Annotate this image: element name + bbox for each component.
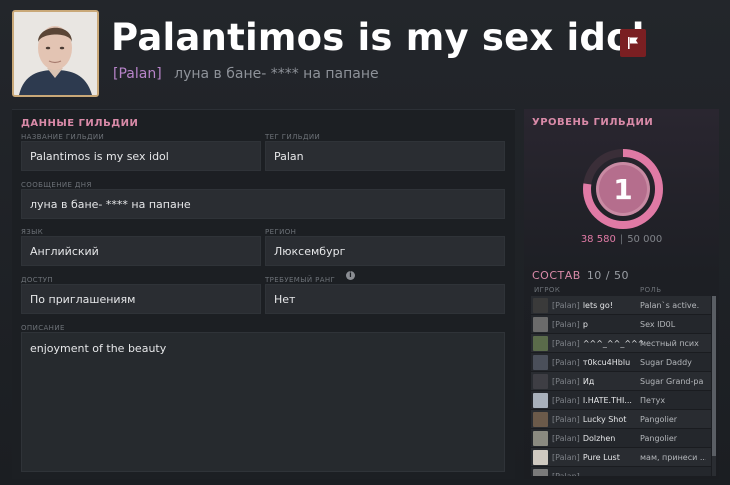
guild-motd: луна в бане- **** на папане (174, 66, 379, 82)
roster-title: СОСТАВ 10 / 50 (532, 269, 629, 282)
member-name: Ид (582, 376, 595, 386)
member-role: Sex ID0L (640, 319, 676, 329)
member-tag: [Palan] (552, 452, 580, 462)
member-tag: [Palan] (552, 319, 580, 329)
xp-current: 38 580 (580, 234, 616, 245)
member-name: Dolzhen (582, 433, 616, 443)
member-avatar (533, 468, 548, 476)
member-role: Pangolier (640, 433, 678, 443)
member-name: Lucky Shot (582, 414, 627, 424)
guild-level-panel: УРОВЕНЬ ГИЛЬДИИ 1 38 580 | 50 000 СОСТАВ 10… (524, 109, 719, 479)
guild-tag-field[interactable]: Palan (265, 141, 505, 171)
roster-list[interactable]: [Palan] lets go! Palan`s active. [Palan] p Se… (531, 296, 711, 476)
report-flag-button[interactable] (620, 29, 646, 57)
motd-label: СООБЩЕНИЕ ДНЯ (21, 181, 92, 189)
member-name: lets go! (582, 300, 613, 310)
roster-member-row[interactable]: [Palan] Lucky Shot Pangolier (531, 410, 711, 429)
member-tag: [Palan] (552, 395, 580, 405)
member-name: I.HATE.THI... (582, 395, 632, 405)
member-tag: [Palan] (552, 338, 580, 348)
member-tag: [Palan] (552, 300, 580, 310)
guild-name-title: Palantimos is my sex idol (111, 16, 645, 59)
guild-level-title: УРОВЕНЬ ГИЛЬДИИ (532, 117, 654, 128)
guild-level-number: 1 (613, 173, 632, 206)
description-label: ОПИСАНИЕ (21, 324, 65, 332)
member-avatar (533, 392, 548, 408)
column-role: РОЛЬ (640, 286, 662, 294)
member-role: местный псих (640, 338, 699, 348)
member-avatar (533, 316, 548, 332)
guild-data-title: ДАННЫЕ ГИЛЬДИИ (21, 118, 139, 129)
name-label: НАЗВАНИЕ ГИЛЬДИИ (21, 133, 105, 141)
access-dropdown[interactable]: По приглашениям (21, 284, 261, 314)
roster-title-label: СОСТАВ (532, 269, 581, 282)
member-tag: [Palan] (552, 433, 580, 443)
xp-line: 38 580 | 50 000 (524, 234, 719, 245)
xp-max: 50 000 (627, 234, 663, 245)
roster-member-row[interactable]: [Palan] Pure Lust мам, принеси ... (531, 448, 711, 467)
roster-member-row[interactable]: [Palan] т0kcu4Hblu Sugar Daddy (531, 353, 711, 372)
member-name: Pure Lust (582, 452, 620, 462)
guild-avatar (12, 10, 99, 97)
member-avatar (533, 449, 548, 465)
xp-separator: | (619, 234, 624, 245)
member-avatar (533, 335, 548, 351)
member-role: Sugar Daddy (640, 357, 692, 367)
language-label: ЯЗЫК (21, 228, 44, 236)
guild-header: Palantimos is my sex idol [Palan] луна в… (0, 0, 730, 105)
region-label: РЕГИОН (265, 228, 297, 236)
member-tag: [Palan] (552, 414, 580, 424)
rank-label: ТРЕБУЕМЫЙ РАНГ (265, 276, 336, 284)
avatar-portrait (14, 12, 97, 95)
roster-member-row[interactable]: [Palan] lets go! Palan`s active. (531, 296, 711, 315)
roster-count: 10 / 50 (586, 269, 630, 282)
roster-member-row[interactable]: [Palan] I.HATE.THI... Петух (531, 391, 711, 410)
roster-scroll-thumb[interactable] (712, 296, 716, 456)
roster-scrollbar[interactable] (712, 296, 716, 476)
member-avatar (533, 430, 548, 446)
member-avatar (533, 297, 548, 313)
guild-name-field[interactable]: Palantimos is my sex idol (21, 141, 261, 171)
roster-member-row[interactable]: [Palan] Ид Sugar Grand-pa (531, 372, 711, 391)
member-role: Петух (640, 395, 666, 405)
roster-member-row[interactable]: [Palan] p Sex ID0L (531, 315, 711, 334)
member-role: Sugar Grand-pa (640, 376, 704, 386)
member-tag: [Palan] (552, 357, 580, 367)
tag-label: ТЕГ ГИЛЬДИИ (265, 133, 321, 141)
member-tag: [Palan] (552, 376, 580, 386)
member-avatar (533, 411, 548, 427)
roster-member-row[interactable]: [Palan] Dolzhen Pangolier (531, 429, 711, 448)
level-progress-ring: 1 (583, 149, 663, 229)
roster-member-row[interactable]: [Palan] ^^^_^^_^^^ местный псих (531, 334, 711, 353)
member-name: p (582, 319, 588, 329)
guild-data-panel: ДАННЫЕ ГИЛЬДИИ НАЗВАНИЕ ГИЛЬДИИ Palantim… (12, 109, 515, 479)
member-avatar (533, 373, 548, 389)
member-role: Pangolier (640, 414, 678, 424)
flag-icon (628, 37, 638, 49)
region-dropdown[interactable]: Люксембург (265, 236, 505, 266)
guild-tag: [Palan] (113, 66, 162, 82)
member-role: мам, принеси ... (640, 452, 706, 462)
guild-tag-line: [Palan] луна в бане- **** на папане (113, 66, 379, 82)
member-name: ^^^_^^_^^^ (582, 338, 643, 348)
column-player: ИГРОК (534, 286, 561, 294)
description-textarea[interactable]: enjoyment of the beauty (21, 332, 505, 472)
rank-dropdown[interactable]: Нет (265, 284, 505, 314)
language-dropdown[interactable]: Английский (21, 236, 261, 266)
motd-field[interactable]: луна в бане- **** на папане (21, 189, 505, 219)
roster-member-row[interactable]: [Palan] (531, 467, 711, 476)
info-icon[interactable]: i (346, 271, 355, 280)
member-name: т0kcu4Hblu (582, 357, 631, 367)
member-avatar (533, 354, 548, 370)
access-label: ДОСТУП (21, 276, 54, 284)
member-tag: [Palan] (552, 471, 580, 477)
member-role: Palan`s active. (640, 300, 700, 310)
